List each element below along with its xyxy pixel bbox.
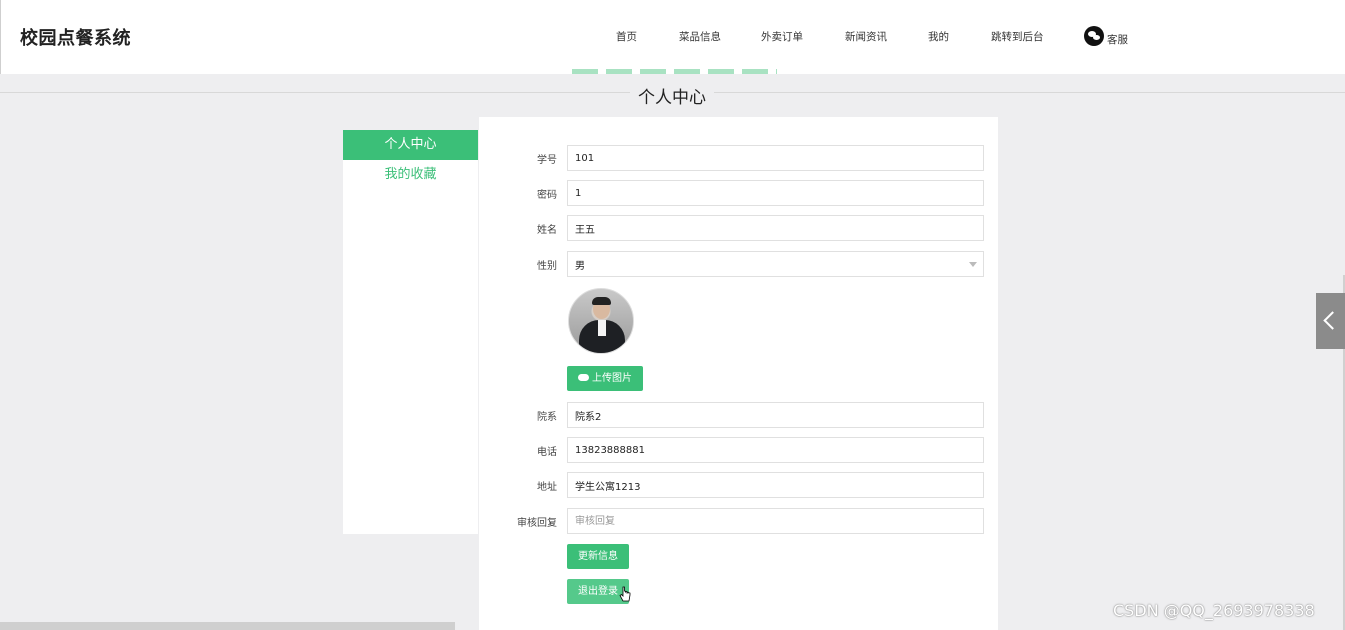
name-label: 姓名: [537, 225, 557, 236]
customer-service-label: 客服: [1107, 34, 1128, 46]
page-title: 个人中心: [630, 83, 714, 108]
gender-select[interactable]: [567, 251, 984, 277]
top-navbar: 校园点餐系统 首页 菜品信息 外卖订单 新闻资讯 我的 跳转到后台 客服: [0, 0, 1345, 74]
watermark: CSDN @QQ_2693978338: [1113, 601, 1315, 620]
sidebar-item-favorites[interactable]: 我的收藏: [343, 160, 478, 190]
password-row: 密码: [479, 180, 998, 206]
phone-row: 电话: [479, 437, 998, 463]
review-reply-row: 审核回复: [479, 508, 998, 534]
profile-sidebar: 个人中心 我的收藏: [343, 130, 478, 534]
nav-orders[interactable]: 外卖订单: [761, 29, 803, 44]
horizontal-scrollbar[interactable]: [0, 622, 455, 630]
password-label: 密码: [537, 190, 557, 201]
address-input[interactable]: [567, 472, 984, 498]
nav-dishes[interactable]: 菜品信息: [679, 29, 721, 44]
phone-input[interactable]: [567, 437, 984, 463]
nav-mine[interactable]: 我的: [928, 29, 949, 44]
gender-label: 性别: [537, 261, 557, 272]
upload-image-label: 上传图片: [592, 373, 632, 384]
review-reply-label: 审核回复: [517, 518, 557, 529]
hand-cursor-icon: [619, 586, 631, 602]
department-label: 院系: [537, 412, 557, 423]
update-info-button[interactable]: 更新信息: [567, 544, 629, 569]
name-row: 姓名: [479, 215, 998, 241]
profile-form: 学号 密码 姓名 性别 上传图片 院系 电话 地址 审核回复 更新信息 退出登录: [479, 117, 998, 630]
wechat-icon: [1084, 26, 1104, 46]
site-logo: 校园点餐系统: [20, 28, 131, 49]
side-toggle-button[interactable]: [1316, 293, 1345, 349]
password-input[interactable]: [567, 180, 984, 206]
sidebar-item-profile[interactable]: 个人中心: [343, 130, 478, 160]
upload-image-button[interactable]: 上传图片: [567, 366, 643, 391]
address-label: 地址: [537, 482, 557, 493]
cloud-upload-icon: [578, 373, 589, 381]
name-input[interactable]: [567, 215, 984, 241]
chevron-down-icon: [969, 262, 977, 267]
section-title-decoration: [572, 66, 777, 74]
nav-news[interactable]: 新闻资讯: [845, 29, 887, 44]
gender-row: 性别: [479, 251, 998, 277]
address-row: 地址: [479, 472, 998, 498]
avatar: [568, 288, 634, 354]
student-id-row: 学号: [479, 145, 998, 171]
phone-label: 电话: [537, 447, 557, 458]
department-row: 院系: [479, 402, 998, 428]
nav-home[interactable]: 首页: [616, 29, 637, 44]
department-input[interactable]: [567, 402, 984, 428]
nav-admin[interactable]: 跳转到后台: [991, 29, 1044, 44]
student-id-label: 学号: [537, 155, 557, 166]
student-id-input[interactable]: [567, 145, 984, 171]
review-reply-input[interactable]: [567, 508, 984, 534]
